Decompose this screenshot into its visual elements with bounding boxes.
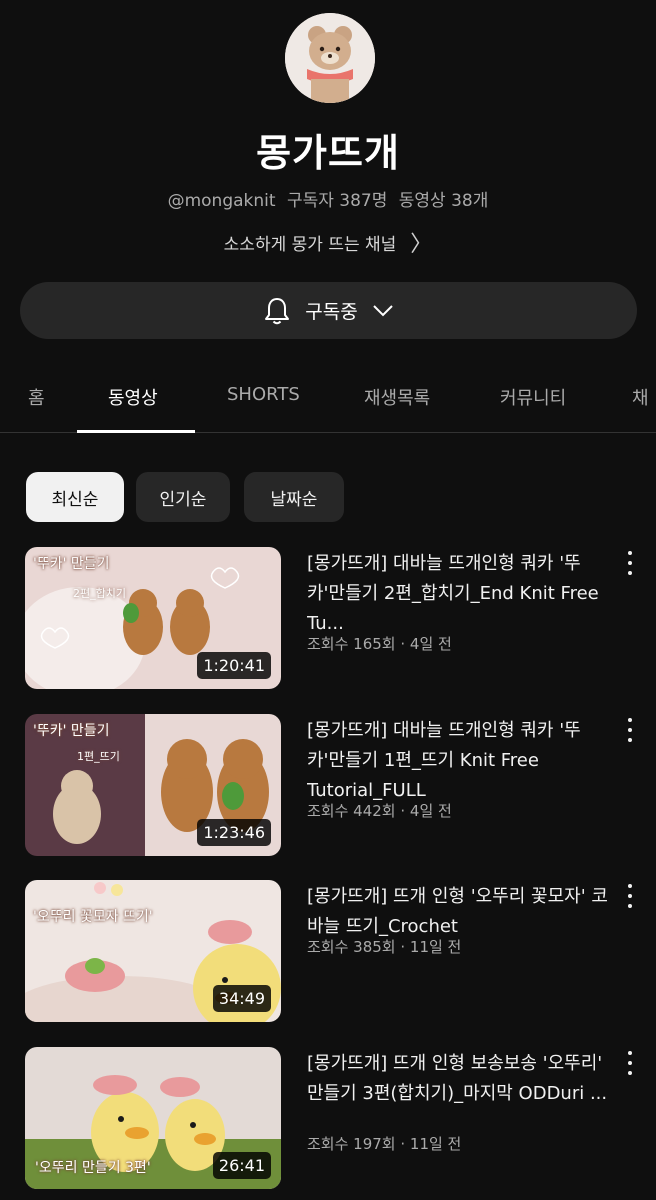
video-duration: 34:49 (212, 985, 271, 1012)
channel-name: 몽가뜨개 (256, 131, 400, 175)
video-thumbnail[interactable]: '오뚜리 꽃모자 뜨기' 34:49 (25, 880, 281, 1022)
video-title[interactable]: [몽가뜨개] 뜨개 인형 '오뚜리 꽃모자' 코바늘 뜨기_Crochet (307, 882, 617, 942)
video-stats: 조회수 165회 · 4일 전 (307, 635, 452, 653)
channel-meta: @mongaknit 구독자 387명 동영상 38개 (0, 186, 656, 211)
channel-tabs: 홈 동영상 SHORTS 재생목록 커뮤니티 채 (0, 362, 656, 433)
video-item[interactable]: '뚜카' 만들기 2편_합치기 1:20:41 [몽가뜨개] 대바늘 뜨개인형 … (0, 547, 656, 692)
video-duration: 1:23:46 (197, 819, 271, 846)
more-vert-icon[interactable] (622, 1051, 638, 1075)
channel-description: 소소하게 몽가 뜨는 채널 (223, 235, 397, 255)
tab-community[interactable]: 커뮤니티 (500, 384, 566, 410)
subscribe-label: 구독중 (305, 301, 358, 323)
video-thumbnail[interactable]: '오뚜리 만들기 3편' 26:41 (25, 1047, 281, 1189)
video-count: 동영상 38개 (398, 191, 489, 211)
video-stats: 조회수 197회 · 11일 전 (307, 1135, 462, 1153)
chip-oldest[interactable]: 날짜순 (244, 472, 344, 522)
thumbnail-subcaption: 2편_합치기 (73, 587, 126, 600)
more-vert-icon[interactable] (622, 718, 638, 742)
tab-videos[interactable]: 동영상 (108, 384, 158, 410)
video-item[interactable]: '오뚜리 만들기 3편' 26:41 [몽가뜨개] 뜨개 인형 보송보송 '오뚜… (0, 1047, 656, 1192)
chip-popular[interactable]: 인기순 (136, 472, 230, 522)
thumbnail-subcaption: 1편_뜨기 (77, 750, 120, 763)
video-item[interactable]: '오뚜리 꽃모자 뜨기' 34:49 [몽가뜨개] 뜨개 인형 '오뚜리 꽃모자… (0, 880, 656, 1025)
active-tab-indicator (77, 430, 195, 433)
subscribe-button[interactable]: 구독중 (20, 282, 637, 339)
chevron-down-icon (373, 304, 393, 316)
chip-latest[interactable]: 최신순 (26, 472, 124, 522)
bell-icon (265, 297, 290, 324)
bear-avatar-image (285, 13, 375, 103)
tab-playlists[interactable]: 재생목록 (364, 384, 430, 410)
thumbnail-caption: '오뚜리 만들기 3편' (35, 1160, 151, 1176)
video-thumbnail[interactable]: '뚜카' 만들기 2편_합치기 1:20:41 (25, 547, 281, 689)
video-stats: 조회수 442회 · 4일 전 (307, 802, 452, 820)
chevron-right-icon: 〉 (410, 232, 433, 257)
video-title[interactable]: [몽가뜨개] 대바늘 뜨개인형 쿼카 '뚜카'만들기 1편_뜨기 Knit Fr… (307, 716, 617, 806)
video-title[interactable]: [몽가뜨개] 뜨개 인형 보송보송 '오뚜리' 만들기 3편(합치기)_마지막 … (307, 1049, 617, 1109)
tab-shorts[interactable]: SHORTS (227, 384, 300, 405)
video-stats: 조회수 385회 · 11일 전 (307, 938, 462, 956)
thumbnail-caption: '뚜카' 만들기 (33, 556, 110, 572)
channel-description-link[interactable]: 소소하게 몽가 뜨는 채널 〉 (0, 226, 656, 258)
tab-home[interactable]: 홈 (28, 384, 45, 410)
channel-handle: @mongaknit (167, 191, 276, 211)
video-thumbnail[interactable]: '뚜카' 만들기 1편_뜨기 1:23:46 (25, 714, 281, 856)
video-title[interactable]: [몽가뜨개] 대바늘 뜨개인형 쿼카 '뚜카'만들기 2편_합치기_End Kn… (307, 549, 617, 639)
video-duration: 1:20:41 (197, 652, 271, 679)
tab-channels[interactable]: 채 (632, 384, 649, 410)
channel-avatar[interactable] (285, 13, 375, 103)
more-vert-icon[interactable] (622, 884, 638, 908)
more-vert-icon[interactable] (622, 551, 638, 575)
video-item[interactable]: '뚜카' 만들기 1편_뜨기 1:23:46 [몽가뜨개] 대바늘 뜨개인형 쿼… (0, 714, 656, 859)
subscriber-count: 구독자 387명 (286, 191, 388, 211)
video-duration: 26:41 (212, 1152, 271, 1179)
thumbnail-caption: '뚜카' 만들기 (33, 723, 110, 739)
thumbnail-caption: '오뚜리 꽃모자 뜨기' (33, 909, 153, 925)
